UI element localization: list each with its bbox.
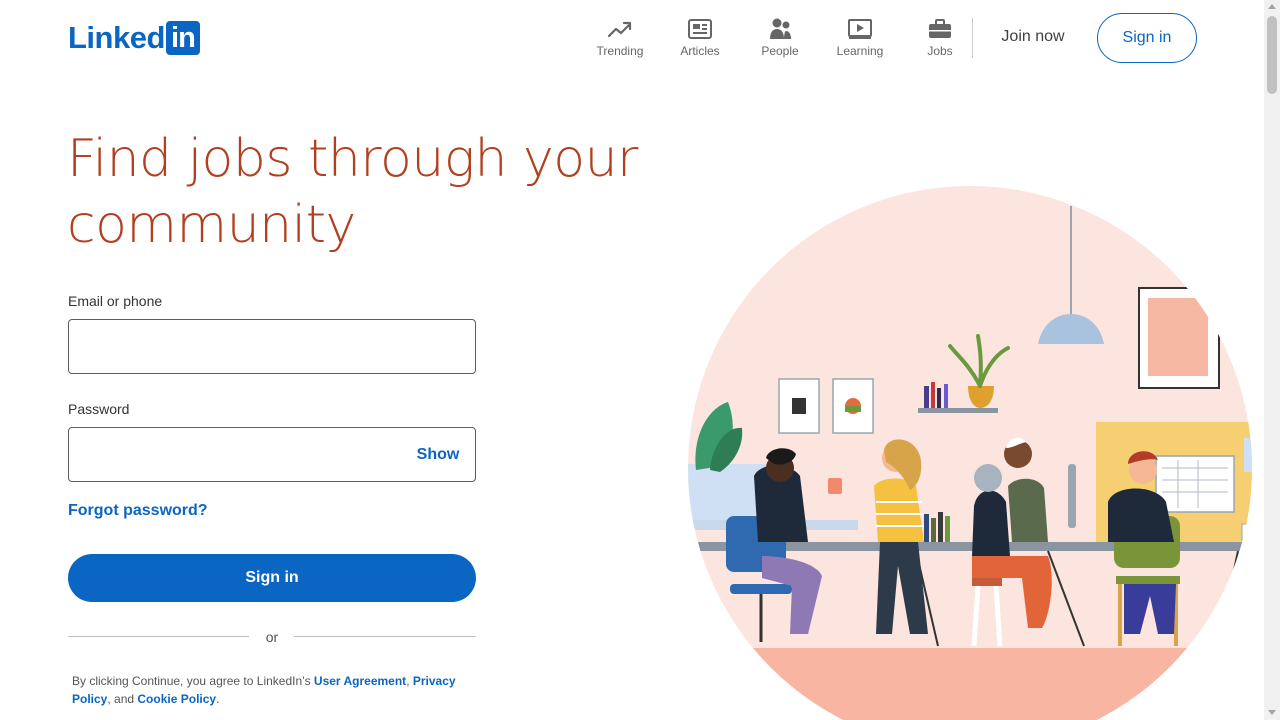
headline-line-2: community (67, 195, 356, 255)
nav-articles[interactable]: Articles (660, 16, 740, 58)
jobs-icon (927, 16, 953, 42)
learning-icon (847, 16, 873, 42)
page-scrollbar[interactable] (1264, 0, 1280, 720)
nav-people-label: People (761, 44, 799, 58)
legal-sep-1: , (406, 674, 413, 688)
nav-articles-label: Articles (680, 44, 720, 58)
or-divider-right (294, 636, 476, 637)
legal-prefix: By clicking Continue, you agree to Linke… (72, 674, 314, 688)
email-field[interactable] (68, 319, 476, 374)
email-label: Email or phone (68, 293, 163, 309)
user-agreement-link[interactable]: User Agreement (314, 674, 406, 688)
scrollbar-thumb[interactable] (1267, 16, 1277, 94)
cookie-policy-link[interactable]: Cookie Policy (137, 692, 216, 706)
page-headline: Find jobs through your community (67, 126, 667, 258)
people-icon (767, 16, 793, 42)
or-divider-text: or (265, 629, 279, 645)
nav-divider (972, 18, 973, 58)
forgot-password-link[interactable]: Forgot password? (68, 502, 208, 520)
nav-jobs-label: Jobs (927, 44, 953, 58)
password-label: Password (68, 401, 130, 417)
nav-trending-label: Trending (596, 44, 644, 58)
legal-sep-2: , and (107, 692, 138, 706)
legal-notice: By clicking Continue, you agree to Linke… (72, 672, 472, 708)
join-now-button[interactable]: Join now (985, 14, 1081, 60)
logo-in-box: in (165, 21, 200, 55)
legal-suffix: . (216, 692, 220, 706)
nav-trending[interactable]: Trending (580, 16, 660, 58)
top-navigation-bar: Linked in Trending Articles People Learn… (0, 0, 1264, 80)
nav-people[interactable]: People (740, 16, 820, 58)
nav-learning-label: Learning (836, 44, 884, 58)
hero-illustration (688, 186, 1264, 720)
logo-wordmark: Linked (68, 20, 165, 55)
trending-icon (607, 16, 633, 42)
sign-in-button[interactable]: Sign in (68, 554, 476, 602)
linkedin-logo[interactable]: Linked in (68, 21, 200, 55)
show-password-button[interactable]: Show (408, 443, 468, 467)
scroll-down-arrow-icon[interactable] (1268, 710, 1276, 715)
scroll-up-arrow-icon[interactable] (1268, 4, 1276, 9)
main-nav: Trending Articles People Learning Jobs (580, 16, 980, 58)
headline-line-1: Find jobs through your (67, 129, 638, 189)
or-divider-left (68, 636, 249, 637)
header-sign-in-button[interactable]: Sign in (1097, 13, 1197, 63)
nav-learning[interactable]: Learning (820, 16, 900, 58)
nav-jobs[interactable]: Jobs (900, 16, 980, 58)
articles-icon (687, 16, 713, 42)
